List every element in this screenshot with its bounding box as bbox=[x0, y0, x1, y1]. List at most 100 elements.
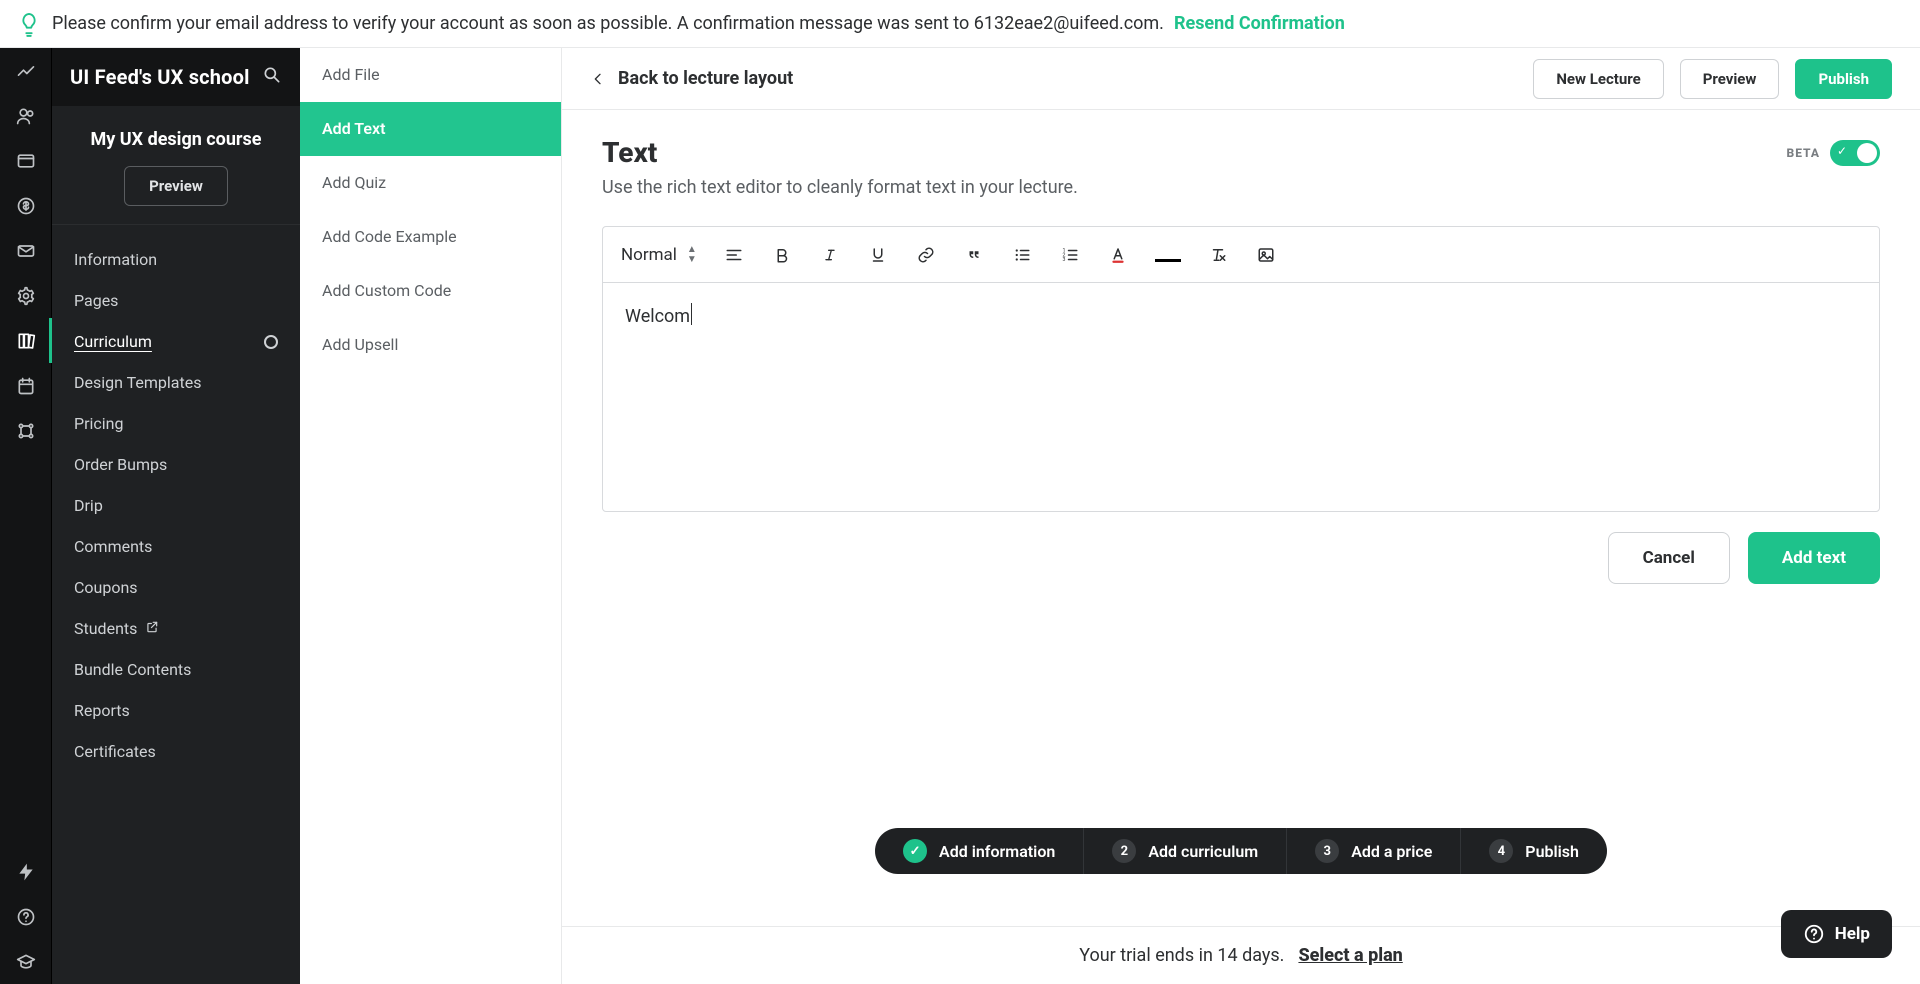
help-circle-icon bbox=[1803, 923, 1825, 945]
bold-icon[interactable] bbox=[771, 244, 793, 266]
clear-format-icon[interactable] bbox=[1207, 244, 1229, 266]
resend-confirmation-link[interactable]: Resend Confirmation bbox=[1174, 13, 1345, 34]
rail-graduation-icon[interactable] bbox=[0, 939, 52, 984]
editor-toolbar: Back to lecture layout New Lecture Previ… bbox=[562, 48, 1920, 110]
sidebar-item-design-templates[interactable]: Design Templates bbox=[52, 362, 300, 403]
confirmation-banner: Please confirm your email address to ver… bbox=[0, 0, 1920, 48]
sidebar-item-curriculum[interactable]: Curriculum bbox=[52, 321, 300, 362]
rail-site-icon[interactable] bbox=[0, 138, 52, 183]
sidebar-item-label: Certificates bbox=[74, 742, 156, 761]
content-type-add-code-example[interactable]: Add Code Example bbox=[300, 210, 561, 264]
lightbulb-icon bbox=[16, 11, 42, 37]
number-list-icon[interactable]: 123 bbox=[1059, 244, 1081, 266]
course-sidebar: UI Feed's UX school My UX design course … bbox=[52, 48, 300, 984]
check-icon: ✓ bbox=[903, 839, 927, 863]
rail-users-icon[interactable] bbox=[0, 93, 52, 138]
course-name: My UX design course bbox=[68, 128, 284, 152]
school-title[interactable]: UI Feed's UX school bbox=[70, 65, 250, 89]
rail-email-icon[interactable] bbox=[0, 228, 52, 273]
publish-button[interactable]: Publish bbox=[1795, 59, 1892, 99]
highlight-icon[interactable] bbox=[1155, 248, 1181, 262]
search-icon[interactable] bbox=[262, 65, 282, 89]
image-icon[interactable] bbox=[1255, 244, 1277, 266]
rail-apps-icon[interactable] bbox=[0, 408, 52, 453]
external-link-icon bbox=[145, 619, 159, 638]
rail-settings-icon[interactable] bbox=[0, 273, 52, 318]
sidebar-item-information[interactable]: Information bbox=[52, 239, 300, 280]
content-type-add-upsell[interactable]: Add Upsell bbox=[300, 318, 561, 372]
step-add-curriculum[interactable]: 2Add curriculum bbox=[1084, 828, 1287, 874]
svg-text:3: 3 bbox=[1062, 257, 1065, 263]
editor-actions: Cancel Add text bbox=[602, 532, 1880, 584]
new-lecture-button[interactable]: New Lecture bbox=[1533, 59, 1663, 99]
italic-icon[interactable] bbox=[819, 244, 841, 266]
sidebar-nav: Information Pages Curriculum Design Templat… bbox=[52, 225, 300, 780]
rail-calendar-icon[interactable] bbox=[0, 363, 52, 408]
cancel-button[interactable]: Cancel bbox=[1608, 532, 1730, 584]
format-select-label: Normal bbox=[621, 245, 677, 265]
text-cursor bbox=[691, 303, 692, 325]
text-color-icon[interactable] bbox=[1107, 244, 1129, 266]
sidebar-item-order-bumps[interactable]: Order Bumps bbox=[52, 444, 300, 485]
sidebar-item-label: Information bbox=[74, 250, 157, 269]
sidebar-item-bundle-contents[interactable]: Bundle Contents bbox=[52, 649, 300, 690]
sidebar-item-label: Coupons bbox=[74, 578, 138, 597]
sidebar-item-reports[interactable]: Reports bbox=[52, 690, 300, 731]
sidebar-item-pages[interactable]: Pages bbox=[52, 280, 300, 321]
beta-toggle-wrap: BETA ✓ bbox=[1786, 136, 1880, 166]
editor-format-toolbar: Normal ▲▼ 123 bbox=[603, 227, 1879, 283]
sidebar-item-label: Bundle Contents bbox=[74, 660, 191, 679]
sidebar-item-label: Comments bbox=[74, 537, 152, 556]
content-type-add-file[interactable]: Add File bbox=[300, 48, 561, 102]
add-text-button[interactable]: Add text bbox=[1748, 532, 1880, 584]
back-link[interactable]: Back to lecture layout bbox=[590, 68, 793, 89]
link-icon[interactable] bbox=[915, 244, 937, 266]
course-preview-button[interactable]: Preview bbox=[124, 166, 228, 206]
format-select[interactable]: Normal ▲▼ bbox=[621, 245, 697, 265]
content-type-add-quiz[interactable]: Add Quiz bbox=[300, 156, 561, 210]
step-add-a-price[interactable]: 3Add a price bbox=[1287, 828, 1461, 874]
step-label: Publish bbox=[1525, 842, 1579, 861]
course-box: My UX design course Preview bbox=[52, 106, 300, 225]
sidebar-item-coupons[interactable]: Coupons bbox=[52, 567, 300, 608]
content-type-add-custom-code[interactable]: Add Custom Code bbox=[300, 264, 561, 318]
sidebar-item-students[interactable]: Students bbox=[52, 608, 300, 649]
rail-help-icon[interactable] bbox=[0, 894, 52, 939]
sidebar-item-drip[interactable]: Drip bbox=[52, 485, 300, 526]
content-type-list: Add FileAdd TextAdd QuizAdd Code Example… bbox=[300, 48, 562, 984]
rail-courses-icon[interactable] bbox=[0, 318, 52, 363]
sidebar-item-comments[interactable]: Comments bbox=[52, 526, 300, 567]
content-type-add-text[interactable]: Add Text bbox=[300, 102, 561, 156]
sidebar-item-label: Students bbox=[74, 619, 159, 638]
sidebar-item-label: Curriculum bbox=[74, 332, 152, 351]
banner-text: Please confirm your email address to ver… bbox=[52, 13, 1164, 34]
step-add-information[interactable]: ✓Add information bbox=[875, 828, 1084, 874]
chevron-left-icon bbox=[590, 71, 606, 87]
sidebar-item-label: Drip bbox=[74, 496, 103, 515]
step-publish[interactable]: 4Publish bbox=[1461, 828, 1607, 874]
section-subtitle: Use the rich text editor to cleanly form… bbox=[602, 177, 1786, 198]
help-button[interactable]: Help bbox=[1781, 910, 1892, 958]
step-label: Add a price bbox=[1351, 842, 1432, 861]
align-icon[interactable] bbox=[723, 244, 745, 266]
editor-text: Welcom bbox=[625, 306, 690, 327]
underline-icon[interactable] bbox=[867, 244, 889, 266]
rail-sales-icon[interactable] bbox=[0, 183, 52, 228]
quote-icon[interactable] bbox=[963, 244, 985, 266]
sidebar-item-pricing[interactable]: Pricing bbox=[52, 403, 300, 444]
beta-toggle[interactable]: ✓ bbox=[1830, 140, 1880, 166]
editor-body[interactable]: Welcom bbox=[603, 283, 1879, 511]
trial-text: Your trial ends in 14 days. bbox=[1079, 945, 1284, 966]
step-label: Add curriculum bbox=[1148, 842, 1258, 861]
rail-power-icon[interactable] bbox=[0, 849, 52, 894]
select-plan-link[interactable]: Select a plan bbox=[1298, 945, 1402, 966]
beta-tag: BETA bbox=[1786, 146, 1820, 160]
sidebar-item-label: Design Templates bbox=[74, 373, 201, 392]
preview-button[interactable]: Preview bbox=[1680, 59, 1780, 99]
rail-analytics-icon[interactable] bbox=[0, 48, 52, 93]
sidebar-item-certificates[interactable]: Certificates bbox=[52, 731, 300, 772]
sidebar-item-label: Reports bbox=[74, 701, 130, 720]
bullet-list-icon[interactable] bbox=[1011, 244, 1033, 266]
sidebar-item-label: Order Bumps bbox=[74, 455, 167, 474]
section-title: Text bbox=[602, 136, 1786, 169]
